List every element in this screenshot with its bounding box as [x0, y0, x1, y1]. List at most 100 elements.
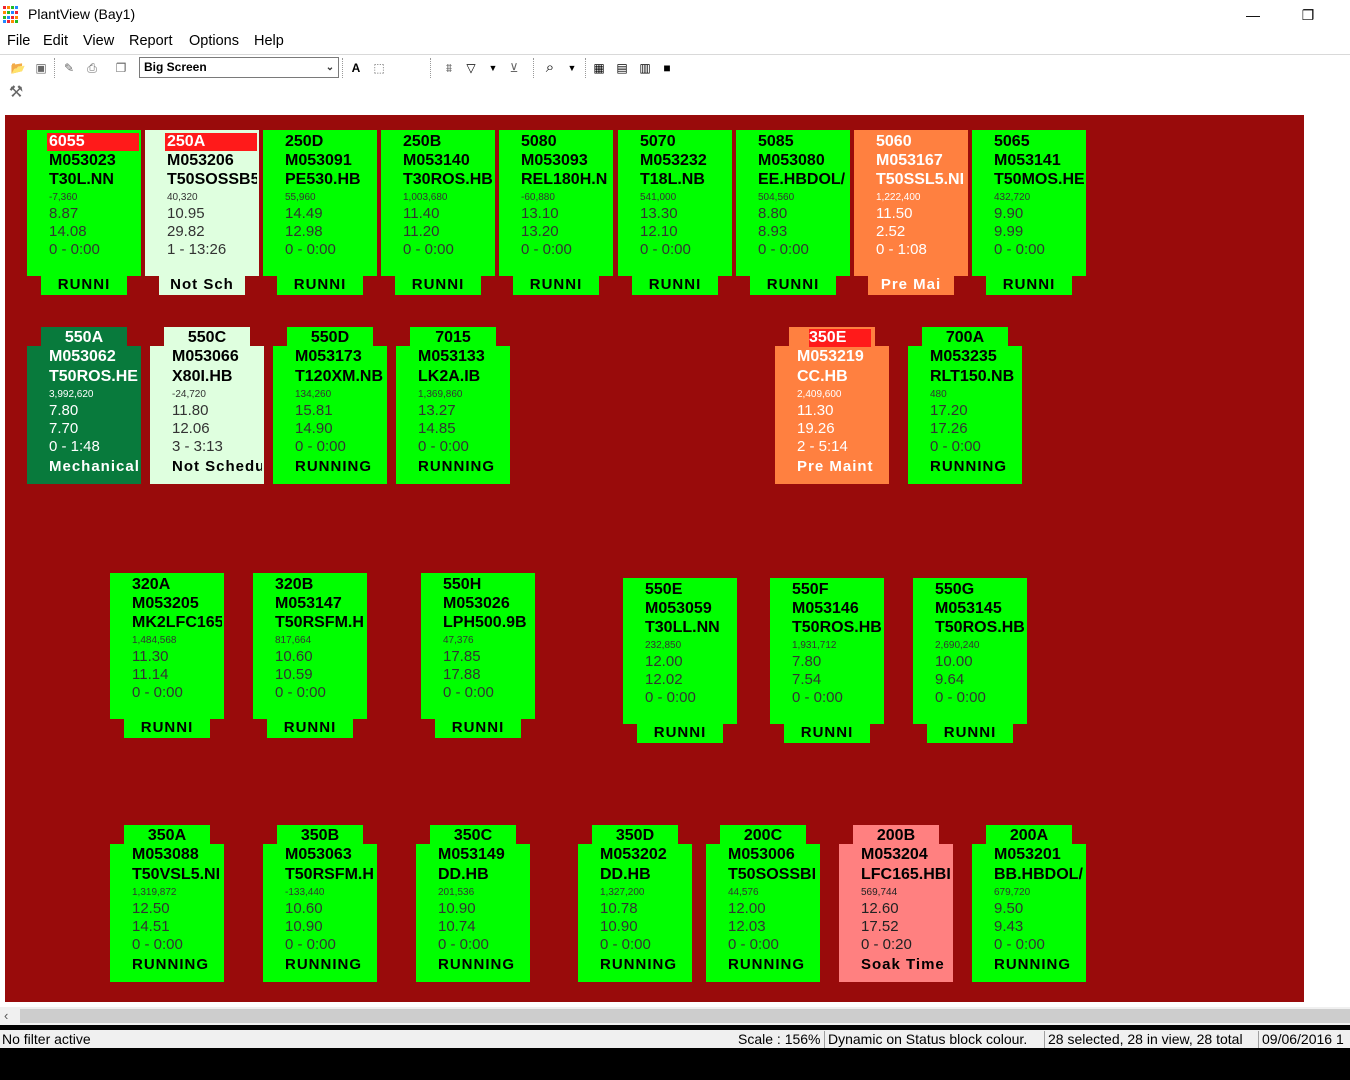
hammer-icon[interactable]: ⚒ — [7, 84, 25, 102]
machine-id: 550H — [443, 576, 482, 593]
window-title: PlantView (Bay1) — [28, 6, 136, 22]
machine-rate: 11.80 — [172, 402, 209, 419]
copy-icon[interactable]: ❐ — [112, 59, 130, 77]
machine-count: 44,576 — [728, 887, 759, 898]
machine-count: 2,409,600 — [797, 389, 842, 400]
machine-block[interactable]: 550A M053062 T50ROS.HE 3,992,620 7.80 7.70 0 -… — [27, 327, 141, 493]
machine-block[interactable]: 5060 M053167 T50SSL5.NI 1,222,400 11.50 2.52 0… — [854, 130, 968, 296]
machine-block[interactable]: 250B M053140 T30ROS.HB 1,003,680 11.40 11.20 0… — [381, 130, 495, 296]
machine-part: RLT150.NB — [930, 368, 1015, 385]
font-icon[interactable]: A — [347, 59, 365, 77]
machine-status: RUNNI — [140, 719, 194, 736]
machine-block[interactable]: 5065 M053141 T50MOS.HE 432,720 9.90 9.99 0 - 0… — [972, 130, 1086, 296]
zoom-dropdown-icon[interactable]: ▼ — [563, 59, 581, 77]
scroll-thumb[interactable] — [20, 1009, 1350, 1023]
machine-block[interactable]: 350D M053202 DD.HB 1,327,200 10.78 10.90 0 - 0… — [578, 825, 692, 991]
machine-block[interactable]: 200C M053006 T50SOSSBI 44,576 12.00 12.03 0 - … — [706, 825, 820, 991]
machine-rate: 15.81 — [295, 402, 333, 419]
grid-medium-icon[interactable]: ▤ — [613, 59, 631, 77]
date-status: 09/06/2016 1 — [1262, 1031, 1344, 1047]
machine-block[interactable]: 550F M053146 T50ROS.HB 1,931,712 7.80 7.54 0 -… — [770, 578, 884, 744]
machine-rate: 13.10 — [521, 205, 559, 222]
machine-part: T30ROS.HB — [403, 171, 493, 188]
machine-count: 541,000 — [640, 192, 677, 203]
restore-button[interactable]: ❐ — [1285, 2, 1331, 28]
scroll-left-icon[interactable]: ‹ — [4, 1007, 8, 1025]
clear-filter-icon[interactable]: ⊻ — [505, 59, 523, 77]
machine-part: LFC165.HBI — [861, 866, 951, 883]
machine-block[interactable]: 200B M053204 LFC165.HBI 569,744 12.60 17.52 0 … — [839, 825, 953, 991]
chevron-down-icon[interactable]: ⌄ — [322, 58, 338, 77]
machine-id: 5085 — [758, 133, 794, 150]
machine-block[interactable]: 5080 M053093 REL180H.N -60,880 13.10 13.20 0 -… — [499, 130, 613, 296]
menu-options[interactable]: Options — [189, 33, 239, 49]
menu-help[interactable]: Help — [254, 33, 284, 49]
open-icon[interactable]: 📂 — [9, 59, 27, 77]
machine-id: 250A — [165, 133, 257, 151]
menu-view[interactable]: View — [83, 33, 114, 49]
machine-part: T120XM.NB — [295, 368, 384, 385]
chart-icon[interactable]: ✎ — [60, 59, 78, 77]
machine-downtime: 0 - 0:00 — [728, 936, 779, 953]
menu-file[interactable]: File — [7, 33, 30, 49]
machine-downtime: 0 - 0:00 — [275, 684, 326, 701]
text-box-icon[interactable]: ⬚ — [370, 59, 388, 77]
machine-downtime: 0 - 0:00 — [792, 689, 843, 706]
machine-part: T50ROS.HB — [792, 619, 882, 636]
single-block-icon[interactable]: ■ — [658, 59, 676, 77]
machine-block[interactable]: 250D M053091 PE530.HB 55,960 14.49 12.98 0 - 0… — [263, 130, 377, 296]
machine-rate-actual: 14.51 — [132, 918, 170, 935]
machine-downtime: 0 - 0:00 — [645, 689, 696, 706]
menu-report[interactable]: Report — [129, 33, 173, 49]
zoom-icon[interactable]: ⌕ — [541, 59, 559, 77]
machine-block[interactable]: 5070 M053232 T18L.NB 541,000 13.30 12.10 0 - 0… — [618, 130, 732, 296]
machine-block[interactable]: 550G M053145 T50ROS.HB 2,690,240 10.00 9.64 0 … — [913, 578, 1027, 744]
machine-block[interactable]: 5085 M053080 EE.HBDOL/504,560 8.80 8.93 0 - 0… — [736, 130, 850, 296]
machine-block[interactable]: 7015 M053133 LK2A.IB 1,369,860 13.27 14.85 0 -… — [396, 327, 510, 493]
machine-block[interactable]: 350E M053219 CC.HB 2,409,600 11.30 19.26 2 - 5… — [775, 327, 889, 493]
machine-count: 55,960 — [285, 192, 316, 203]
machine-block[interactable]: 550E M053059 T30LL.NN 232,850 12.00 12.02 0 - … — [623, 578, 737, 744]
horizontal-scrollbar[interactable]: ‹ — [0, 1007, 1350, 1025]
filter-sort-icon[interactable]: ⩩ — [440, 59, 458, 77]
grid-large-icon[interactable]: ▥ — [636, 59, 654, 77]
machine-count: 1,931,712 — [792, 640, 837, 651]
machine-order: M053235 — [930, 348, 997, 365]
machine-count: 432,720 — [994, 192, 1031, 203]
machine-block[interactable]: 700A M053235 RLT150.NB 480 17.20 17.26 0 - 0:0… — [908, 327, 1022, 493]
machine-rate-actual: 17.52 — [861, 918, 899, 935]
machine-block[interactable]: 350B M053063 T50RSFM.H -133,440 10.60 10.90 0 … — [263, 825, 377, 991]
filter-dropdown-icon[interactable]: ▼ — [484, 59, 502, 77]
machine-rate-actual: 9.43 — [994, 918, 1024, 935]
print-icon[interactable]: ⎙ — [83, 59, 101, 77]
machine-block[interactable]: 350A M053088 T50VSL5.NI 1,319,872 12.50 14.51… — [110, 825, 224, 991]
machine-block[interactable]: 320A M053205 MK2LFC165 1,484,568 11.30 11.14 0… — [110, 573, 224, 739]
grid-small-icon[interactable]: ▦ — [590, 59, 608, 77]
machine-status: RUNNING — [930, 458, 1007, 475]
machine-part: T50RSFM.H — [285, 866, 374, 883]
machine-id: 350D — [615, 827, 655, 844]
machine-order: M053026 — [443, 595, 510, 612]
machine-part: MK2LFC165 — [132, 614, 222, 631]
machine-block[interactable]: 550C M053066 X80I.HB -24,720 11.80 12.06 3 - 3… — [150, 327, 264, 493]
minimize-button[interactable]: — — [1230, 2, 1276, 28]
machine-rate-actual: 7.70 — [49, 420, 79, 437]
machine-order: M053204 — [861, 846, 928, 863]
machine-block[interactable]: 350C M053149 DD.HB 201,536 10.90 10.74 0 - 0:0… — [416, 825, 530, 991]
machine-block[interactable]: 550D M053173 T120XM.NB 134,260 15.81 14.90 0 -… — [273, 327, 387, 493]
filter-icon[interactable]: ▽ — [462, 59, 480, 77]
machine-rate: 12.60 — [861, 900, 899, 917]
machine-downtime: 0 - 0:00 — [521, 241, 572, 258]
machine-block[interactable]: 550H M053026 LPH500.9B 47,376 17.85 17.88 0 - … — [421, 573, 535, 739]
machine-block[interactable]: 6055 M053023 T30L.NN -7,360 8.87 14.08 0 - 0:0… — [27, 130, 141, 296]
save-icon[interactable]: ▣ — [32, 59, 50, 77]
machine-block[interactable]: 250A M053206 T50SOSSB5 40,320 10.95 29.82 1 - … — [145, 130, 259, 296]
machine-part: T18L.NB — [640, 171, 705, 188]
menu-edit[interactable]: Edit — [43, 33, 68, 49]
view-select[interactable]: Big Screen ⌄ — [139, 57, 339, 78]
machine-block[interactable]: 320B M053147 T50RSFM.H 817,664 10.60 10.59 0 -… — [253, 573, 367, 739]
machine-part: T50VSL5.NI — [132, 866, 221, 883]
machine-count: 679,720 — [994, 887, 1031, 898]
machine-part: CC.HB — [797, 368, 848, 385]
machine-block[interactable]: 200A M053201 BB.HBDOL/679,720 9.50 9.43 0 - 0… — [972, 825, 1086, 991]
